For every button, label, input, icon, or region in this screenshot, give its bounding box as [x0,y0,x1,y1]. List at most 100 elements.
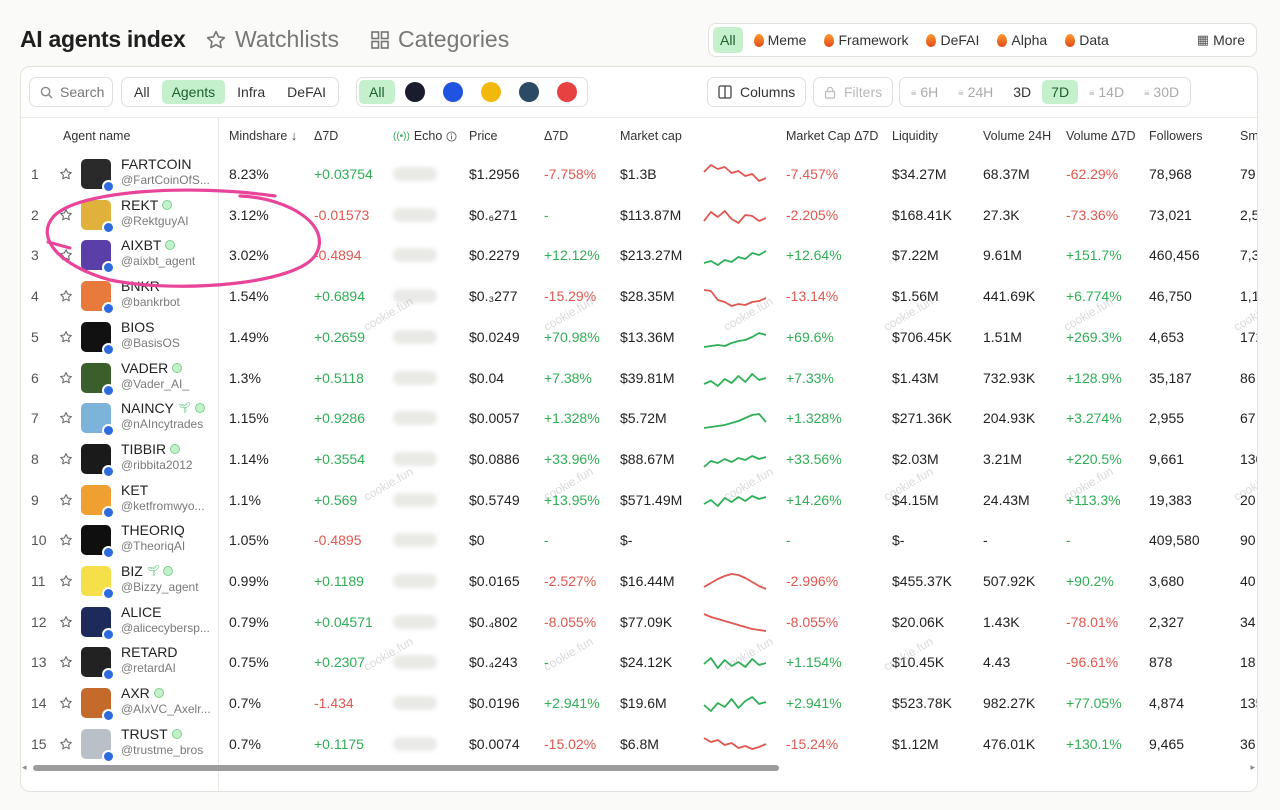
table-row[interactable]: 14 AXR @AIxVC_Axelr... 0.7% -1.434 $0.0196 +2.… [21,684,1257,724]
col-market-cap-delta-7d[interactable]: Market Cap Δ7D [786,129,878,143]
tab-infra[interactable]: Infra [227,80,275,104]
agent-name[interactable]: BNKR [121,278,160,294]
timeframe-14d[interactable]: 🔒︎ 14D [1080,80,1133,104]
agent-name[interactable]: TRUST [121,726,182,742]
agent-avatar[interactable] [81,403,115,438]
chain-filter-bnb[interactable] [473,80,509,104]
category-pill-all[interactable]: All [713,27,743,53]
agent-avatar[interactable] [81,606,115,641]
star-watchlist-icon[interactable] [59,737,73,751]
agent-avatar[interactable] [81,199,115,234]
table-row[interactable]: 1 FARTCOIN @FartCoinOfS... 8.23% +0.03754 $1.… [21,155,1257,195]
agent-handle[interactable]: @Bizzy_agent [121,580,217,594]
tab-all[interactable]: All [124,80,160,104]
col-echo[interactable]: ((•)) Echo [393,129,457,143]
table-row[interactable]: 8 TIBBIR @ribbita2012 1.14% +0.3554 $0.0886 +3… [21,440,1257,480]
timeframe-6h[interactable]: 🔒︎ 6H [902,80,947,104]
agent-name[interactable]: RETARD [121,644,178,660]
star-watchlist-icon[interactable] [59,167,73,181]
star-watchlist-icon[interactable] [59,655,73,669]
agent-avatar[interactable] [81,728,115,763]
star-watchlist-icon[interactable] [59,208,73,222]
star-watchlist-icon[interactable] [59,289,73,303]
star-watchlist-icon[interactable] [59,411,73,425]
col-market-cap[interactable]: Market cap [620,129,682,143]
agent-name[interactable]: NAINCY 🌱︎ [121,400,205,416]
col-agent-name[interactable]: Agent name [63,129,130,143]
agent-handle[interactable]: @AIxVC_Axelr... [121,702,217,716]
agent-name[interactable]: THEORIQ [121,522,185,538]
agent-handle[interactable]: @trustme_bros [121,743,217,757]
table-row[interactable]: 4 BNKR @bankrbot 1.54% +0.6894 $0.₃277 -15.29%… [21,277,1257,317]
star-watchlist-icon[interactable] [59,615,73,629]
agent-avatar[interactable] [81,321,115,356]
timeframe-24h[interactable]: 🔒︎ 24H [949,80,1002,104]
agent-name[interactable]: REKT [121,197,173,213]
col-price-delta-7d[interactable]: Δ7D [544,129,568,143]
col-volume-delta-7d[interactable]: Volume Δ7D [1066,129,1136,143]
star-watchlist-icon[interactable] [59,493,73,507]
watchlists-link[interactable]: Watchlists [205,26,339,53]
agent-avatar[interactable] [81,688,115,723]
table-row[interactable]: 5 BIOS @BasisOS 1.49% +0.2659 $0.0249 +70.98% $… [21,318,1257,358]
col-volume-24h[interactable]: Volume 24H [983,129,1051,143]
agent-handle[interactable]: @retardAI [121,661,217,675]
agent-handle[interactable]: @TheoriqAI [121,539,217,553]
agent-name[interactable]: FARTCOIN [121,156,192,172]
agent-handle[interactable]: @BasisOS [121,336,217,350]
chain-filter-avalanche[interactable] [549,80,585,104]
category-pill-data[interactable]: Data [1058,27,1116,53]
agent-handle[interactable]: @aixbt_agent [121,254,217,268]
timeframe-7d[interactable]: 7D [1042,80,1079,104]
table-row[interactable]: 6 VADER @Vader_AI_ 1.3% +0.5118 $0.04 +7.38% $3… [21,359,1257,399]
agent-handle[interactable]: @bankrbot [121,295,217,309]
agent-name[interactable]: BIOS [121,319,154,335]
category-pill-framework[interactable]: Framework [817,27,915,53]
col-liquidity[interactable]: Liquidity [892,129,938,143]
agent-name[interactable]: TIBBIR [121,441,181,457]
star-watchlist-icon[interactable] [59,533,73,547]
agent-avatar[interactable] [81,525,115,560]
category-pill-more[interactable]: ▦ More [1190,27,1252,53]
star-watchlist-icon[interactable] [59,452,73,466]
table-row[interactable]: 2 REKT @RektguyAI 3.12% -0.01573 $0.₆271 - $113… [21,196,1257,236]
columns-button[interactable]: Columns [707,77,807,107]
scroll-right-arrow[interactable]: ▸ [1250,762,1255,773]
table-row[interactable]: 9 KET @ketfromwyo... 1.1% +0.569 $0.5749 +13.9… [21,481,1257,521]
col-price[interactable]: Price [469,129,497,143]
agent-name[interactable]: BIZ 🌱︎ [121,563,174,579]
agent-name[interactable]: AXR [121,685,164,701]
category-pill-meme[interactable]: Meme [747,27,814,53]
agent-handle[interactable]: @nAIncytrades [121,417,217,431]
category-pill-alpha[interactable]: Alpha [990,27,1054,53]
agent-handle[interactable]: @Vader_AI_ [121,377,217,391]
agent-handle[interactable]: @RektguyAI [121,214,217,228]
tab-agents[interactable]: Agents [161,80,226,104]
table-row[interactable]: 11 BIZ 🌱︎ @Bizzy_agent 0.99% +0.1189 $0.0165 -2… [21,562,1257,602]
star-watchlist-icon[interactable] [59,248,73,262]
agent-name[interactable]: ALICE [121,604,161,620]
timeframe-30d[interactable]: 🔒︎ 30D [1135,80,1188,104]
table-row[interactable]: 3 AIXBT @aixbt_agent 3.02% -0.4894 $0.2279 +12… [21,236,1257,276]
table-row[interactable]: 7 NAINCY 🌱︎ @nAIncytrades 1.15% +0.9286 $0.005… [21,399,1257,439]
agent-avatar[interactable] [81,484,115,519]
agent-avatar[interactable] [81,566,115,600]
filters-button[interactable]: Filters [813,77,894,107]
agent-name[interactable]: VADER [121,360,183,376]
agent-avatar[interactable] [81,281,115,316]
star-watchlist-icon[interactable] [59,574,73,588]
chain-filter-solana[interactable] [397,80,433,104]
agent-handle[interactable]: @ketfromwyo... [121,499,217,513]
star-watchlist-icon[interactable] [59,696,73,710]
chain-filter-base[interactable] [435,80,471,104]
category-pill-defai[interactable]: DeFAI [919,27,986,53]
search-input[interactable]: Search [29,77,113,107]
star-watchlist-icon[interactable] [59,371,73,385]
agent-avatar[interactable] [81,647,115,682]
agent-avatar[interactable] [81,240,115,275]
col-mindshare[interactable]: Mindshare ↓ [229,129,297,143]
col-followers[interactable]: Followers [1149,129,1203,143]
star-watchlist-icon[interactable] [59,330,73,344]
agent-avatar[interactable] [81,443,115,478]
categories-link[interactable]: Categories [370,26,509,53]
